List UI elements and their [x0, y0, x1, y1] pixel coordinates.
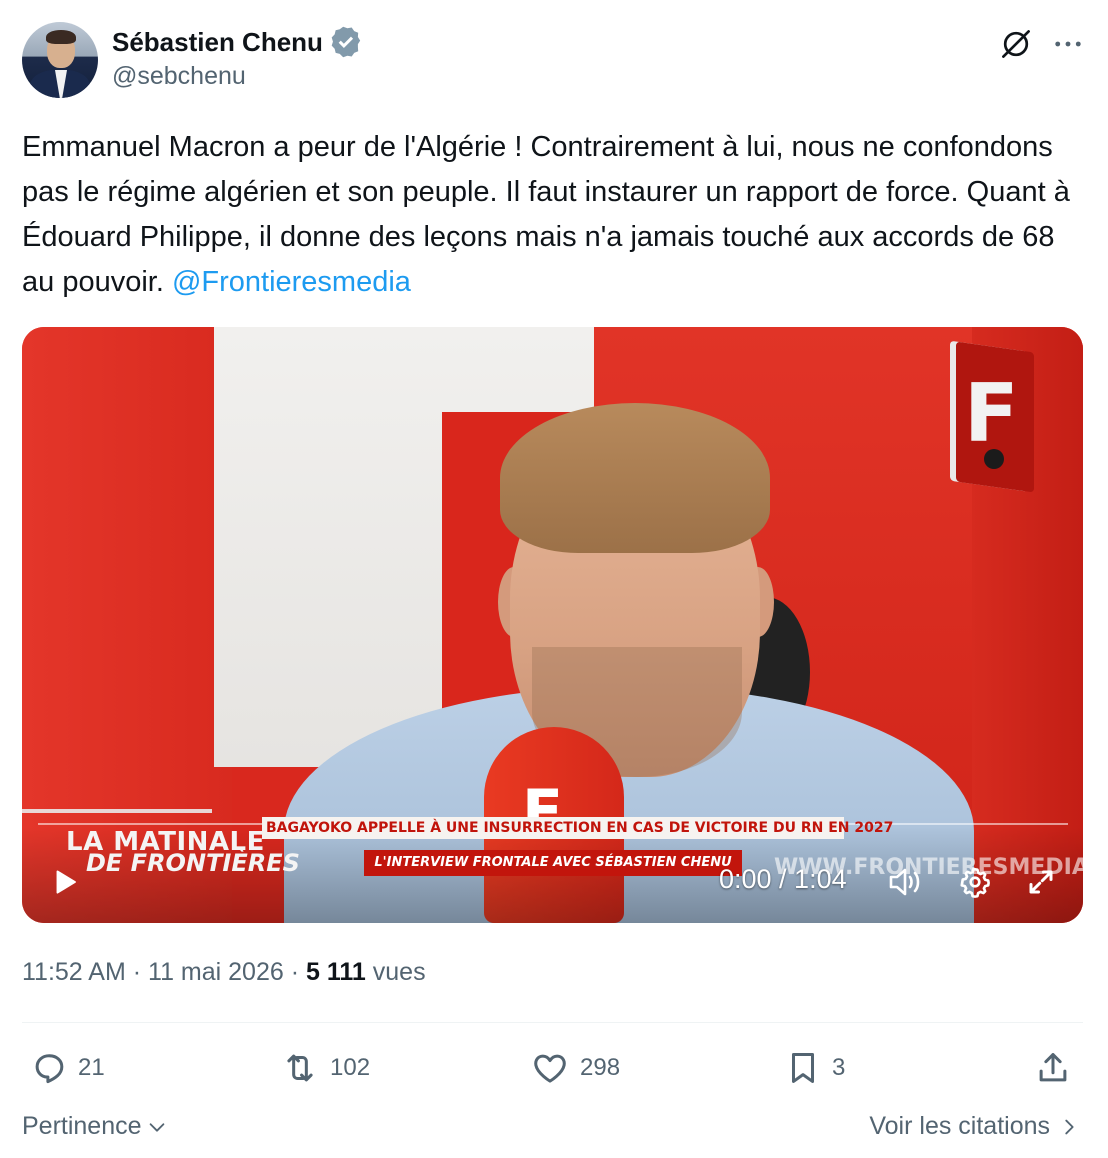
meta-separator: · [132, 958, 142, 986]
guest-hair [500, 403, 770, 553]
settings-button[interactable] [956, 863, 994, 901]
grok-icon [1002, 30, 1030, 58]
sort-label: Pertinence [22, 1112, 142, 1140]
like-button[interactable]: 298 [530, 1046, 620, 1090]
handle[interactable]: @sebchenu [112, 62, 246, 91]
share-button[interactable] [1034, 1046, 1072, 1090]
grok-button[interactable] [996, 24, 1036, 64]
mention-link[interactable]: @Frontieresmedia [172, 266, 411, 298]
avatar[interactable] [22, 22, 98, 98]
video-time: 0:00 / 1:04 [719, 864, 847, 894]
tweet-time[interactable]: 11:52 AM [22, 958, 126, 986]
share-icon [1039, 1053, 1067, 1082]
meta-separator: · [290, 958, 300, 986]
ticker-line [22, 809, 212, 813]
bookmark-count: 3 [832, 1054, 846, 1081]
like-count: 298 [580, 1054, 621, 1081]
reply-icon [35, 1054, 64, 1084]
tweet: Sébastien Chenu @sebchenu Emmanuel Macro… [0, 0, 1108, 1158]
views-count: 5 111 [306, 958, 366, 986]
studio-logo-letter: F [964, 367, 1019, 460]
show-brand-line2: DE FRONTIÈRES [86, 849, 300, 877]
video-player[interactable]: F F LA MATINALE DE FRONTIÈRES BAGAYOKO A… [22, 327, 1083, 923]
reply-button[interactable]: 21 [30, 1046, 105, 1090]
chevron-down-icon [149, 1122, 164, 1132]
name-row: Sébastien Chenu [112, 26, 363, 58]
more-icon [1055, 41, 1081, 47]
bookmark-button[interactable]: 3 [784, 1046, 845, 1090]
fullscreen-icon [1029, 870, 1053, 894]
verified-badge-icon[interactable] [329, 25, 363, 59]
like-icon [534, 1054, 566, 1083]
reply-count: 21 [78, 1054, 105, 1081]
divider [22, 1022, 1083, 1023]
tweet-date[interactable]: 11 mai 2026 [148, 958, 284, 986]
tweet-text: Emmanuel Macron a peur de l'Algérie ! Co… [22, 125, 1086, 305]
repost-count: 102 [330, 1054, 371, 1081]
chevron-right-icon [1065, 1119, 1074, 1134]
play-button[interactable] [48, 865, 82, 899]
views-label: vues [372, 958, 426, 986]
more-button[interactable] [1048, 24, 1088, 64]
volume-button[interactable] [886, 863, 926, 901]
video-subheadline: L'INTERVIEW FRONTALE AVEC SÉBASTIEN CHEN… [364, 850, 742, 876]
gear-icon [960, 867, 990, 898]
avatar-hair [46, 30, 76, 44]
repost-icon [287, 1054, 313, 1082]
fullscreen-button[interactable] [1022, 863, 1060, 901]
quotes-label: Voir les citations [869, 1112, 1050, 1140]
bookmark-icon [791, 1053, 815, 1083]
sort-dropdown[interactable]: Pertinence [22, 1112, 168, 1141]
tweet-meta: 11:52 AM · 11 mai 2026 · 5 111 vues [22, 958, 426, 987]
video-headline: BAGAYOKO APPELLE À UNE INSURRECTION EN C… [262, 817, 893, 839]
repost-button[interactable]: 102 [280, 1046, 370, 1090]
volume-icon [889, 868, 920, 896]
play-icon [56, 870, 76, 894]
view-quotes-link[interactable]: Voir les citations [869, 1112, 1080, 1141]
studio-logo-dot [984, 449, 1004, 469]
display-name[interactable]: Sébastien Chenu [112, 27, 323, 58]
